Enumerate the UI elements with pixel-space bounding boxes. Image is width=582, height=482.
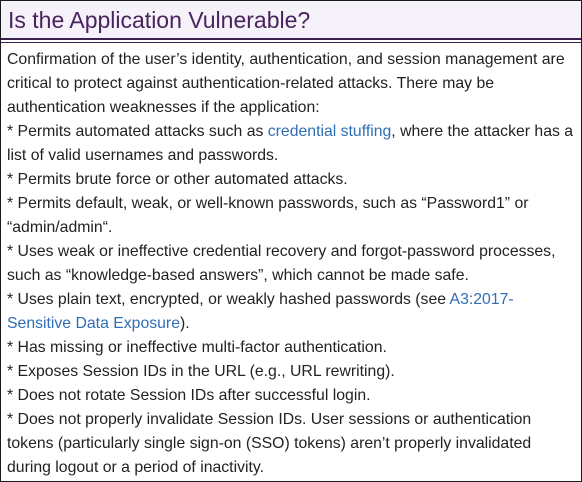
list-item: * Does not properly invalidate Session I… <box>7 411 532 476</box>
list-item: * Has missing or ineffective multi-facto… <box>7 339 387 356</box>
list-item: * Uses plain text, encrypted, or weakly … <box>7 291 514 332</box>
list-item: * Does not rotate Session IDs after succ… <box>7 387 371 404</box>
credential-stuffing-link[interactable]: credential stuffing <box>268 123 392 140</box>
list-item: * Permits automated attacks such as cred… <box>7 123 574 164</box>
section-body: Confirmation of the user’s identity, aut… <box>1 42 581 480</box>
list-item: * Permits brute force or other automated… <box>7 171 348 188</box>
intro-paragraph: Confirmation of the user’s identity, aut… <box>7 51 565 116</box>
section-heading: Is the Application Vulnerable? <box>8 7 311 33</box>
list-item: * Exposes Session IDs in the URL (e.g., … <box>7 363 395 380</box>
list-item: * Permits default, weak, or well-known p… <box>7 195 529 236</box>
list-item: * Uses weak or ineffective credential re… <box>7 243 556 284</box>
content-card: Is the Application Vulnerable? Confirmat… <box>0 0 582 482</box>
section-header: Is the Application Vulnerable? <box>1 1 581 40</box>
